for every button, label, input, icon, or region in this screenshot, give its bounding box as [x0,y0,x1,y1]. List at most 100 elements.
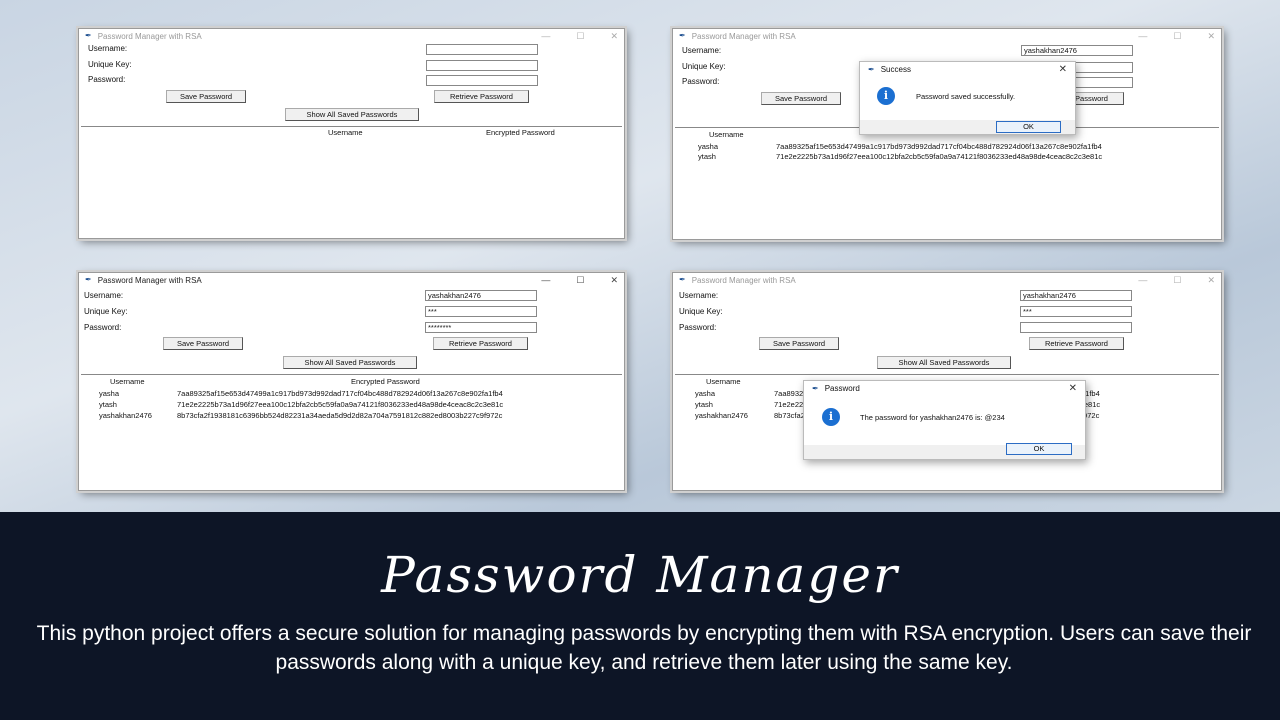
show-all-button[interactable]: Show All Saved Passwords [283,356,417,369]
password-table: Username yasha 7aa89325af15e653d47499a1c… [675,127,1219,237]
username-input[interactable]: yashakhan2476 [425,290,537,301]
window-controls: — ☐ ✕ [1138,31,1215,42]
username-label: Username: [682,46,722,55]
password-label: Password: [682,77,720,86]
unique-key-input[interactable]: *** [425,306,537,317]
maximize-icon[interactable]: ☐ [576,31,584,42]
table-row-username[interactable]: yasha [99,389,119,398]
window-title: Password Manager with RSA [691,31,796,41]
table-row-encrypted[interactable]: 71e2e2225b73a1d96f27eea100c12bfa2cb5c59f… [776,152,1221,161]
retrieve-password-button[interactable]: Retrieve Password [433,337,528,350]
username-input[interactable]: yashakhan2476 [1020,290,1132,301]
feather-icon: ✒ [85,31,92,40]
username-column-header[interactable]: Username [709,130,744,139]
table-row-encrypted[interactable]: 71e2e2225b73a1d96f27eea100c12bfa2cb5c59f… [177,400,623,409]
title-bar: ✒ Password Manager with RSA — ☐ ✕ [79,29,624,43]
encrypted-column-header[interactable]: Encrypted Password [486,128,555,137]
table-row-username[interactable]: yashakhan2476 [99,411,173,420]
unique-key-label: Unique Key: [84,307,128,316]
save-password-button[interactable]: Save Password [761,92,841,105]
password-label: Password: [679,323,717,332]
table-row-username[interactable]: ytash [99,400,117,409]
minimize-icon[interactable]: — [541,31,550,42]
username-column-header[interactable]: Username [110,377,145,386]
table-row-username[interactable]: yasha [698,142,718,151]
close-icon[interactable]: ✕ [1207,275,1215,286]
feather-icon: ✒ [868,65,875,74]
dialog-message: Password saved successfully. [916,92,1016,101]
save-password-button[interactable]: Save Password [166,90,246,103]
info-icon: i [877,87,895,105]
retrieve-password-button[interactable]: Retrieve Password [434,90,529,103]
maximize-icon[interactable]: ☐ [1173,275,1181,286]
window-title: Password Manager with RSA [97,31,202,41]
window-title: Password Manager with RSA [691,275,796,285]
title-bar: ✒ Password Manager with RSA — ☐ ✕ [673,29,1221,43]
table-row-encrypted[interactable]: 8b73cfa2f1938181c6396bb524d82231a34aeda5… [177,411,623,420]
username-label: Username: [88,44,128,53]
password-table: Username Encrypted Password yasha 7aa893… [81,374,622,488]
username-column-header[interactable]: Username [706,377,741,386]
password-label: Password: [88,75,126,84]
app-window-list: ✒ Password Manager with RSA — ☐ ✕ Userna… [78,272,625,491]
title-bar: ✒ Password Manager with RSA — ☐ ✕ [79,273,624,287]
table-row-username[interactable]: ytash [695,400,713,409]
password-label: Password: [84,323,122,332]
feather-icon: ✒ [85,275,92,284]
slide-description: This python project offers a secure solu… [36,622,1252,674]
unique-key-label: Unique Key: [679,307,723,316]
dialog-title: Success [880,65,911,74]
username-label: Username: [84,291,124,300]
ok-button[interactable]: OK [1006,443,1072,455]
feather-icon: ✒ [679,31,686,40]
feather-icon: ✒ [679,275,686,284]
minimize-icon[interactable]: — [1138,31,1147,42]
close-icon[interactable]: ✕ [610,31,618,42]
feather-icon: ✒ [812,384,819,393]
username-column-header[interactable]: Username [328,128,363,137]
ok-button[interactable]: OK [996,121,1061,133]
password-input[interactable] [1020,322,1132,333]
unique-key-input[interactable]: *** [1020,306,1132,317]
close-icon[interactable]: ✕ [1069,383,1077,394]
password-input[interactable] [426,75,538,86]
show-all-button[interactable]: Show All Saved Passwords [877,356,1011,369]
password-input[interactable]: ******** [425,322,537,333]
table-row-encrypted[interactable]: 7aa89325af15e653d47499a1c917bd973d992dad… [177,389,623,398]
table-row-username[interactable]: yashakhan2476 [695,411,771,420]
window-controls: — ☐ ✕ [541,275,618,286]
dialog-message: The password for yashakhan2476 is: @234 [860,413,1005,422]
password-dialog: ✒ Password ✕ i The password for yashakha… [803,380,1086,460]
table-row-username[interactable]: ytash [698,152,716,161]
dialog-title-bar: ✒ Success ✕ [860,62,1075,77]
save-password-button[interactable]: Save Password [759,337,839,350]
minimize-icon[interactable]: — [541,275,550,286]
close-icon[interactable]: ✕ [1207,31,1215,42]
app-window-saved: ✒ Password Manager with RSA — ☐ ✕ Userna… [672,28,1222,240]
minimize-icon[interactable]: — [1138,275,1147,286]
username-input[interactable] [426,44,538,55]
caption-panel: Password Manager This python project off… [0,512,1280,720]
close-icon[interactable]: ✕ [1059,64,1067,75]
unique-key-label: Unique Key: [682,62,726,71]
maximize-icon[interactable]: ☐ [1173,31,1181,42]
dialog-title: Password [824,384,860,393]
maximize-icon[interactable]: ☐ [576,275,584,286]
window-controls: — ☐ ✕ [1138,275,1215,286]
show-all-button[interactable]: Show All Saved Passwords [285,108,419,121]
success-dialog: ✒ Success ✕ i Password saved successfull… [859,61,1076,135]
table-row-encrypted[interactable]: 7aa89325af15e653d47499a1c917bd973d992dad… [776,142,1221,151]
app-window-empty: ✒ Password Manager with RSA — ☐ ✕ Userna… [78,28,625,239]
window-title: Password Manager with RSA [97,275,202,285]
unique-key-input[interactable] [426,60,538,71]
screenshots-area: ✒ Password Manager with RSA — ☐ ✕ Userna… [0,0,1280,512]
close-icon[interactable]: ✕ [610,275,618,286]
password-table: Username Encrypted Password [81,126,622,236]
encrypted-column-header[interactable]: Encrypted Password [351,377,420,386]
table-row-username[interactable]: yasha [695,389,715,398]
info-icon: i [822,408,840,426]
save-password-button[interactable]: Save Password [163,337,243,350]
title-bar: ✒ Password Manager with RSA — ☐ ✕ [673,273,1221,287]
retrieve-password-button[interactable]: Retrieve Password [1029,337,1124,350]
username-input[interactable]: yashakhan2476 [1021,45,1133,56]
